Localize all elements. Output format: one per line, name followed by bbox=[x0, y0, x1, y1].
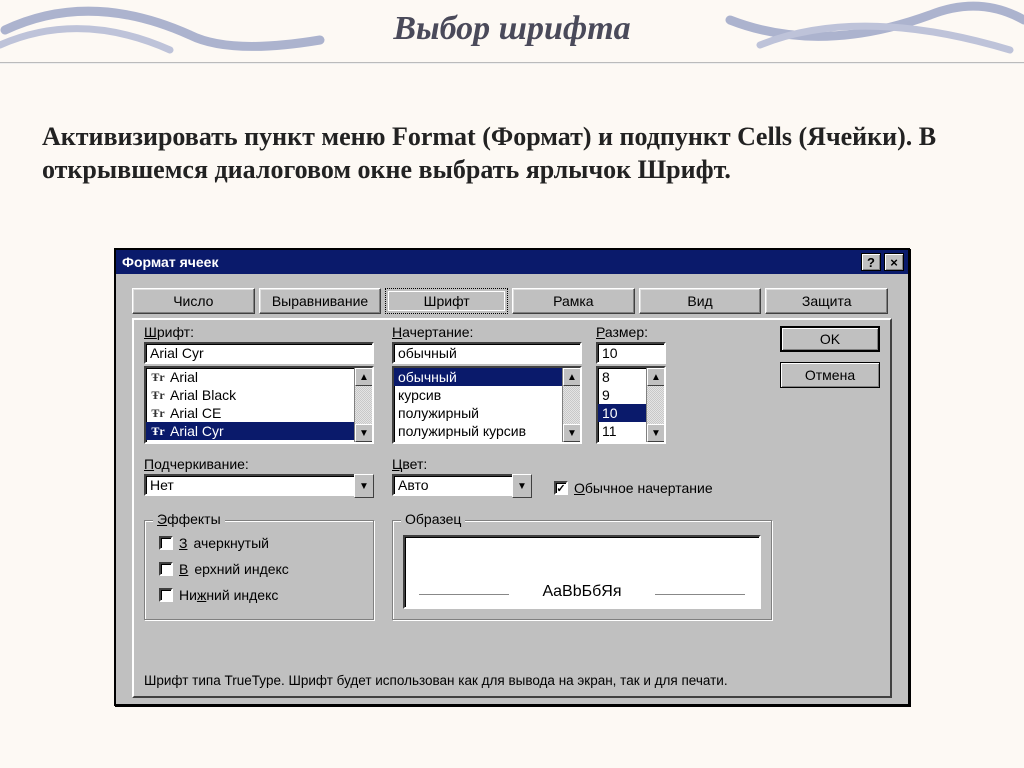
title-bar: Формат ячеек ? × bbox=[116, 250, 908, 274]
tab-alignment[interactable]: Выравнивание bbox=[259, 288, 382, 314]
scroll-up-icon[interactable]: ▲ bbox=[355, 368, 373, 386]
tab-border[interactable]: Рамка bbox=[512, 288, 635, 314]
help-button[interactable]: ? bbox=[861, 253, 881, 271]
font-panel: OK Отмена Шрифт: Arial Cyr ŦrArial ŦrAri… bbox=[132, 318, 892, 698]
truetype-icon: Ŧr bbox=[150, 388, 166, 403]
close-button[interactable]: × bbox=[884, 253, 904, 271]
font-option[interactable]: ŦrArial bbox=[146, 368, 354, 386]
slide-body-text: Активизировать пункт меню Format (Формат… bbox=[42, 120, 982, 187]
effect-subscript[interactable]: Нижний индекс bbox=[159, 585, 289, 605]
scrollbar[interactable]: ▲ ▼ bbox=[562, 368, 580, 442]
effects-legend: Эффекты bbox=[153, 511, 225, 527]
style-option[interactable]: полужирный bbox=[394, 404, 562, 422]
truetype-icon: Ŧr bbox=[150, 370, 166, 385]
checkbox-box: ✓ bbox=[554, 481, 568, 495]
effect-label: ерхний индекс bbox=[194, 561, 288, 577]
truetype-icon: Ŧr bbox=[150, 424, 166, 439]
scroll-down-icon[interactable]: ▼ bbox=[355, 424, 373, 442]
checkbox-box bbox=[159, 562, 173, 576]
style-label: Начертание: bbox=[392, 324, 582, 340]
effect-strikethrough[interactable]: Зачеркнутый bbox=[159, 533, 289, 553]
tab-protection[interactable]: Защита bbox=[765, 288, 888, 314]
preview-group: Образец AaBbБбЯя bbox=[392, 520, 772, 620]
scrollbar[interactable]: ▲ ▼ bbox=[646, 368, 664, 442]
size-listbox[interactable]: 8 9 10 11 ▲ ▼ bbox=[596, 366, 666, 444]
preview-sample: AaBbБбЯя bbox=[405, 583, 759, 601]
truetype-icon: Ŧr bbox=[150, 406, 166, 421]
normal-font-checkbox[interactable]: ✓ Обычное начертание bbox=[554, 478, 713, 498]
divider bbox=[0, 62, 1024, 64]
preview-legend: Образец bbox=[401, 511, 465, 527]
checkbox-box bbox=[159, 588, 173, 602]
font-label-rest: рифт: bbox=[157, 324, 194, 340]
footer-hint: Шрифт типа TrueType. Шрифт будет использ… bbox=[144, 673, 880, 688]
slide-title: Выбор шрифта bbox=[0, 10, 1024, 48]
preview-box: AaBbБбЯя bbox=[403, 535, 761, 609]
checkbox-box bbox=[159, 536, 173, 550]
style-option[interactable]: полужирный курсив bbox=[394, 422, 562, 440]
tab-patterns[interactable]: Вид bbox=[639, 288, 762, 314]
scroll-up-icon[interactable]: ▲ bbox=[647, 368, 665, 386]
underline-combo[interactable]: Нет ▼ bbox=[144, 474, 374, 498]
font-option[interactable]: ŦrArial Black bbox=[146, 386, 354, 404]
scrollbar[interactable]: ▲ ▼ bbox=[354, 368, 372, 442]
color-combo[interactable]: Авто ▼ bbox=[392, 474, 532, 498]
size-option[interactable]: 10 bbox=[598, 404, 646, 422]
font-label: Шрифт: bbox=[144, 324, 374, 340]
style-option[interactable]: обычный bbox=[394, 368, 562, 386]
size-input[interactable]: 10 bbox=[596, 342, 666, 364]
font-option[interactable]: ŦrArial Cyr bbox=[146, 422, 354, 440]
font-listbox[interactable]: ŦrArial ŦrArial Black ŦrArial CE ŦrArial… bbox=[144, 366, 374, 444]
format-cells-dialog: Формат ячеек ? × Число Выравнивание Шриф… bbox=[114, 248, 910, 706]
chevron-down-icon[interactable]: ▼ bbox=[512, 474, 532, 498]
color-label: Цвет: bbox=[392, 456, 532, 472]
underline-label: Подчеркивание: bbox=[144, 456, 374, 472]
size-option[interactable]: 8 bbox=[598, 368, 646, 386]
style-input[interactable]: обычный bbox=[392, 342, 582, 364]
normal-font-label: Обычное начертание bbox=[574, 480, 713, 496]
size-option[interactable]: 11 bbox=[598, 422, 646, 440]
scroll-up-icon[interactable]: ▲ bbox=[563, 368, 581, 386]
chevron-down-icon[interactable]: ▼ bbox=[354, 474, 374, 498]
size-label: Размер: bbox=[596, 324, 666, 340]
ok-button[interactable]: OK bbox=[780, 326, 880, 352]
scroll-down-icon[interactable]: ▼ bbox=[563, 424, 581, 442]
style-option[interactable]: курсив bbox=[394, 386, 562, 404]
scroll-down-icon[interactable]: ▼ bbox=[647, 424, 665, 442]
effect-label: ачеркнутый bbox=[193, 535, 269, 551]
tab-row: Число Выравнивание Шрифт Рамка Вид Защит… bbox=[132, 288, 892, 314]
font-option[interactable]: ŦrArial CE bbox=[146, 404, 354, 422]
dialog-title: Формат ячеек bbox=[122, 254, 218, 270]
style-listbox[interactable]: обычный курсив полужирный полужирный кур… bbox=[392, 366, 582, 444]
effects-group: Эффекты Зачеркнутый Верхний индекс Нижни… bbox=[144, 520, 374, 620]
tab-number[interactable]: Число bbox=[132, 288, 255, 314]
tab-font[interactable]: Шрифт bbox=[385, 288, 508, 314]
size-option[interactable]: 9 bbox=[598, 386, 646, 404]
cancel-button[interactable]: Отмена bbox=[780, 362, 880, 388]
effect-superscript[interactable]: Верхний индекс bbox=[159, 559, 289, 579]
font-input[interactable]: Arial Cyr bbox=[144, 342, 374, 364]
effect-label: Нижний индекс bbox=[179, 587, 278, 603]
